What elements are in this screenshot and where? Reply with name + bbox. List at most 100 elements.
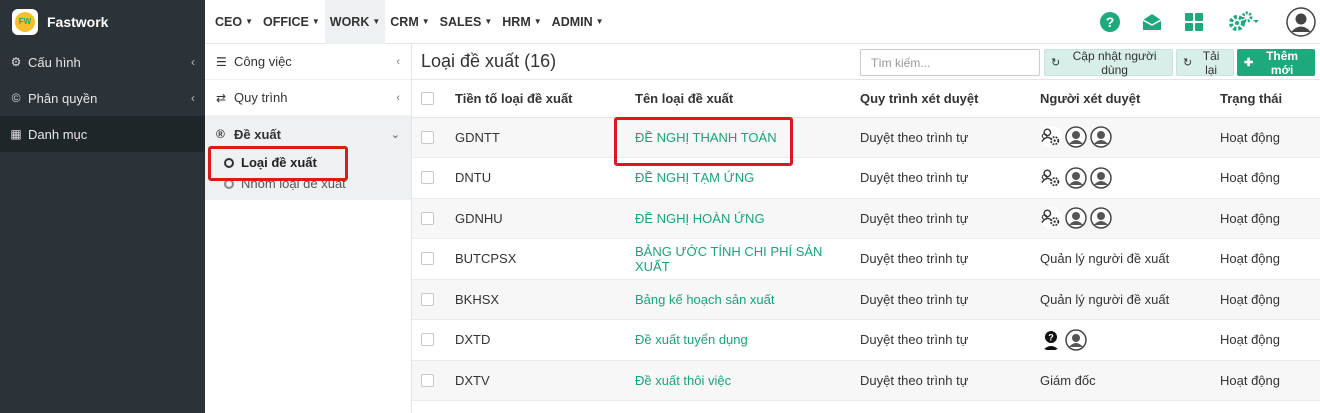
proposal-type-link[interactable]: ĐỀ NGHỊ TẠM ỨNG bbox=[635, 170, 754, 185]
subnav-item-label: Quy trình bbox=[234, 90, 288, 105]
svg-text:?: ? bbox=[1106, 14, 1115, 30]
column-header[interactable]: Tên loại đề xuất bbox=[635, 80, 860, 118]
user-avatar-icon[interactable] bbox=[1065, 166, 1087, 189]
row-checkbox[interactable] bbox=[421, 373, 434, 387]
prefix-cell: DXTD bbox=[455, 319, 635, 361]
column-header[interactable]: Trạng thái bbox=[1220, 80, 1320, 118]
user-avatar-icon[interactable] bbox=[1090, 166, 1112, 189]
approvers-cell: ? bbox=[1040, 319, 1220, 361]
user-group-gear-icon[interactable] bbox=[1040, 126, 1062, 149]
proposal-type-link[interactable]: BẢNG ƯỚC TÍNH CHI PHÍ SẢN XUẤT bbox=[635, 244, 822, 274]
apps-grid-icon[interactable] bbox=[1182, 10, 1206, 34]
user-avatar-icon[interactable] bbox=[1065, 207, 1087, 230]
gear-icon: ⚙ bbox=[10, 55, 22, 69]
row-checkbox[interactable] bbox=[421, 292, 434, 306]
menu-hrm[interactable]: HRM ▼ bbox=[497, 0, 546, 44]
user-group-gear-icon[interactable] bbox=[1040, 166, 1062, 189]
row-checkbox[interactable] bbox=[421, 171, 434, 185]
column-header[interactable]: Người xét duyệt bbox=[1040, 80, 1220, 118]
menu-office[interactable]: OFFICE ▼ bbox=[258, 0, 325, 44]
add-new-button[interactable]: ✚ Thêm mới bbox=[1237, 49, 1315, 77]
shuffle-icon: ⇄ bbox=[216, 90, 227, 105]
table-row[interactable]: DXTV Đề xuất thôi việc Duyệt theo trình tự… bbox=[412, 360, 1320, 401]
chevron-left-icon: ‹ bbox=[191, 91, 195, 105]
table-header-row: Tiền tố loại đề xuất Tên loại đề xuất Qu… bbox=[412, 80, 1320, 118]
menu-sales[interactable]: SALES ▼ bbox=[435, 0, 498, 44]
sidebar-item-permissions[interactable]: © Phân quyền ‹ bbox=[0, 80, 205, 116]
proposal-type-link[interactable]: Đề xuất tuyển dụng bbox=[635, 332, 748, 347]
row-checkbox[interactable] bbox=[421, 130, 434, 144]
caret-down-icon: ▼ bbox=[372, 17, 381, 26]
name-cell: Đề xuất thôi việc bbox=[635, 360, 860, 401]
update-users-button[interactable]: ↻ Cập nhật người dùng bbox=[1044, 49, 1173, 77]
help-icon[interactable]: ? bbox=[1098, 10, 1122, 34]
flow-cell: Duyệt theo trình tự bbox=[860, 157, 1040, 199]
user-avatar-icon[interactable] bbox=[1065, 328, 1087, 351]
flow-cell: Duyệt theo trình tự bbox=[860, 279, 1040, 320]
user-avatar[interactable] bbox=[1286, 7, 1316, 37]
row-checkbox[interactable] bbox=[421, 211, 434, 225]
status-cell: Hoạt động bbox=[1220, 117, 1320, 158]
sidebar-item-config[interactable]: ⚙ Cấu hình ‹ bbox=[0, 44, 205, 80]
name-cell: Bảng kế hoạch sản xuất bbox=[635, 279, 860, 320]
main-sidebar: FW Fastwork ⚙ Cấu hình ‹ © Phân quyền ‹ … bbox=[0, 0, 205, 413]
approver-text: Quản lý người đề xuất bbox=[1040, 251, 1170, 267]
user-avatar-icon[interactable] bbox=[1090, 207, 1112, 230]
prefix-cell: BUTCPSX bbox=[455, 238, 635, 280]
search-input[interactable] bbox=[860, 49, 1040, 76]
user-group-gear-icon[interactable] bbox=[1040, 207, 1062, 230]
column-header[interactable]: Quy trình xét duyệt bbox=[860, 80, 1040, 118]
sidebar-item-catalog[interactable]: ▦ Danh mục bbox=[0, 116, 205, 152]
proposal-type-link[interactable]: Đề xuất thôi việc bbox=[635, 373, 731, 388]
proposal-type-link[interactable]: ĐỀ NGHỊ THANH TOÁN bbox=[635, 130, 777, 145]
menu-work[interactable]: WORK ▼ bbox=[324, 0, 386, 44]
menu-ceo[interactable]: CEO ▼ bbox=[210, 0, 258, 44]
subnav-group-children: Loại đề xuất Nhóm loại đề xuất bbox=[205, 152, 411, 200]
flow-cell: Duyệt theo trình tự bbox=[860, 238, 1040, 280]
approvers-cell: Quản lý người đề xuất bbox=[1040, 238, 1220, 280]
refresh-icon: ↻ bbox=[1051, 57, 1061, 69]
unknown-user-icon[interactable]: ? bbox=[1040, 328, 1062, 351]
reload-button[interactable]: ↻ Tải lại bbox=[1176, 49, 1234, 77]
flow-cell: Duyệt theo trình tự bbox=[860, 319, 1040, 361]
proposal-type-link[interactable]: Bảng kế hoạch sản xuất bbox=[635, 292, 775, 307]
table-row[interactable]: GDNHU ĐỀ NGHỊ HOÀN ỨNG Duyệt theo trình tự… bbox=[412, 198, 1320, 239]
name-cell: BẢNG ƯỚC TÍNH CHI PHÍ SẢN XUẤT bbox=[635, 238, 860, 280]
prefix-cell: BKHSX bbox=[455, 279, 635, 320]
subnav-item-workflow[interactable]: ⇄ Quy trình ‹ bbox=[205, 80, 411, 116]
circle-icon bbox=[224, 157, 234, 168]
settings-gears-icon[interactable] bbox=[1228, 10, 1262, 34]
proposal-types-table: Tiền tố loại đề xuất Tên loại đề xuất Qu… bbox=[412, 80, 1320, 401]
proposal-type-link[interactable]: ĐỀ NGHỊ HOÀN ỨNG bbox=[635, 211, 765, 226]
mail-open-icon[interactable] bbox=[1140, 10, 1164, 34]
column-header[interactable]: Tiền tố loại đề xuất bbox=[455, 80, 635, 118]
menu-admin[interactable]: ADMIN ▼ bbox=[547, 0, 609, 44]
table-row[interactable]: BUTCPSX BẢNG ƯỚC TÍNH CHI PHÍ SẢN XUẤT Duy… bbox=[412, 238, 1320, 280]
table-row[interactable]: DNTU ĐỀ NGHỊ TẠM ỨNG Duyệt theo trình tự Ho… bbox=[412, 157, 1320, 199]
subnav-item-tasks[interactable]: ☰ Công việc ‹ bbox=[205, 44, 411, 80]
select-all-checkbox[interactable] bbox=[421, 91, 434, 105]
subnav-item-proposal-types[interactable]: Loại đề xuất bbox=[205, 152, 411, 173]
brand[interactable]: FW Fastwork bbox=[0, 0, 205, 44]
row-checkbox[interactable] bbox=[421, 333, 434, 347]
approver-icons bbox=[1040, 166, 1220, 189]
row-checkbox[interactable] bbox=[421, 252, 434, 266]
subnav-group-proposals[interactable]: ® Đề xuất ⌄ bbox=[205, 116, 411, 152]
user-avatar-icon[interactable] bbox=[1090, 126, 1112, 149]
row-select-cell bbox=[412, 198, 455, 239]
approver-text: Giám đốc bbox=[1040, 372, 1096, 388]
name-cell: Đề xuất tuyển dụng bbox=[635, 319, 860, 361]
menu-crm[interactable]: CRM ▼ bbox=[385, 0, 434, 44]
row-select-cell bbox=[412, 319, 455, 361]
row-select-cell bbox=[412, 238, 455, 280]
brand-logo: FW bbox=[12, 9, 38, 35]
sidebar-item-label: Danh mục bbox=[28, 126, 88, 142]
subnav-item-proposal-type-groups[interactable]: Nhóm loại đề xuất bbox=[205, 173, 411, 194]
select-all-cell[interactable] bbox=[412, 80, 455, 118]
table-row[interactable]: BKHSX Bảng kế hoạch sản xuất Duyệt theo tr… bbox=[412, 279, 1320, 320]
table-row[interactable]: GDNTT ĐỀ NGHỊ THANH TOÁN Duyệt theo trình … bbox=[412, 117, 1320, 158]
table-row[interactable]: DXTD Đề xuất tuyển dụng Duyệt theo trình t… bbox=[412, 319, 1320, 361]
approver-icons bbox=[1040, 207, 1220, 230]
user-avatar-icon[interactable] bbox=[1065, 126, 1087, 149]
main-header: Loại đề xuất (16) ↻Cập nhật người dùng ↻… bbox=[412, 44, 1320, 80]
